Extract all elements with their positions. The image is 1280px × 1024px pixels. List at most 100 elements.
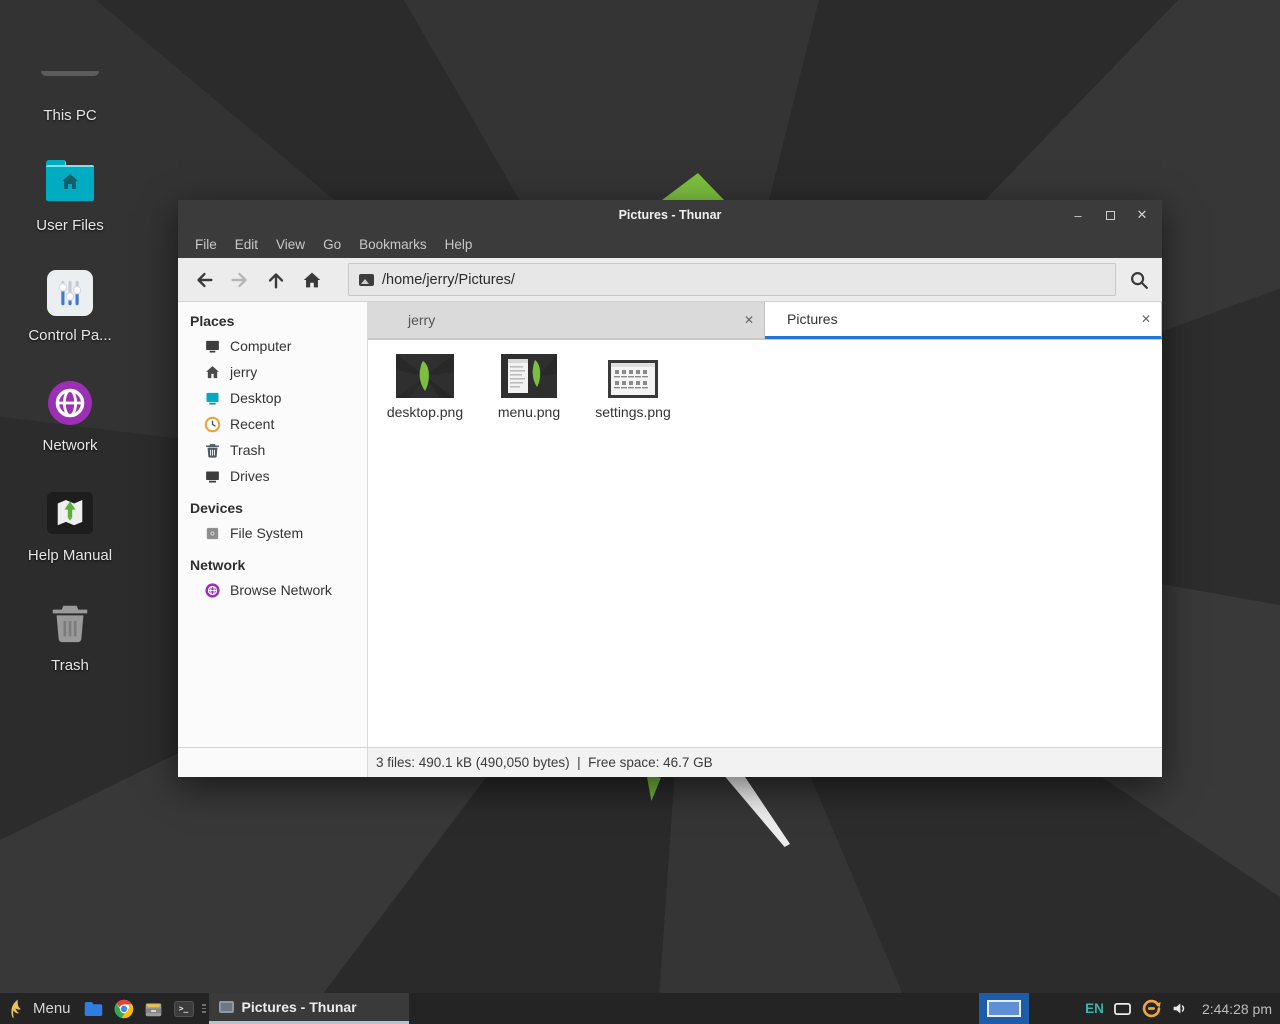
- forward-button[interactable]: [222, 263, 258, 297]
- tab-label: jerry: [368, 312, 734, 328]
- file-manager-folder-icon: [83, 1000, 104, 1018]
- search-button[interactable]: [1120, 263, 1158, 296]
- drives-icon: [204, 468, 221, 485]
- sidebar-item-label: Desktop: [230, 390, 281, 406]
- picture-location-icon: [359, 274, 374, 286]
- sidebar-item-desktop[interactable]: Desktop: [178, 385, 367, 411]
- sidebar-item-label: Drives: [230, 468, 270, 484]
- maximize-button[interactable]: [1094, 200, 1126, 230]
- desktop-icon-trash[interactable]: Trash: [10, 572, 130, 674]
- window-controls: – ✕: [1062, 200, 1158, 230]
- up-button[interactable]: [258, 263, 294, 297]
- sidebar-item-jerry[interactable]: jerry: [178, 359, 367, 385]
- content-area: jerry ✕ Pictures ✕: [368, 302, 1162, 747]
- menubar: File Edit View Go Bookmarks Help: [178, 230, 1162, 258]
- launcher-archive[interactable]: [139, 993, 169, 1024]
- workspace-switcher[interactable]: [979, 993, 1029, 1024]
- up-arrow-icon: [265, 269, 287, 291]
- menu-file[interactable]: File: [186, 237, 226, 252]
- toolbar: /home/jerry/Pictures/: [178, 258, 1162, 302]
- launcher-terminal[interactable]: >_: [169, 993, 199, 1024]
- status-text: 3 files: 490.1 kB (490,050 bytes) | Free…: [368, 755, 713, 770]
- desktop-icon-label: User Files: [36, 217, 104, 234]
- file-settings-png[interactable]: settings.png: [584, 350, 682, 420]
- sidebar-item-label: jerry: [230, 364, 257, 380]
- desktop-icon-control-panel[interactable]: Control Pa...: [10, 242, 130, 344]
- desktop-icon-user-files[interactable]: User Files: [10, 132, 130, 234]
- file-name: settings.png: [595, 404, 671, 420]
- file-name: menu.png: [498, 404, 560, 420]
- home-icon: [204, 364, 221, 381]
- desktop-icon-label: Help Manual: [28, 547, 112, 564]
- desktop-icon-label: Network: [42, 437, 97, 454]
- sidebar-item-trash[interactable]: Trash: [178, 437, 367, 463]
- minimize-button[interactable]: –: [1062, 200, 1094, 230]
- launcher-file-manager[interactable]: [79, 993, 109, 1024]
- path-bar[interactable]: /home/jerry/Pictures/: [348, 263, 1116, 296]
- this-pc-icon: [41, 45, 99, 101]
- recent-clock-icon: [204, 416, 221, 433]
- taskbar-window-button[interactable]: Pictures - Thunar: [209, 993, 409, 1024]
- file-desktop-png[interactable]: desktop.png: [376, 350, 474, 420]
- updates-refresh-icon[interactable]: [1141, 998, 1162, 1019]
- keyboard-layout-indicator[interactable]: EN: [1085, 1001, 1104, 1016]
- taskbar-right: EN 2:44:28 pm: [979, 993, 1280, 1024]
- forward-arrow-icon: [229, 269, 251, 291]
- sidebar-item-recent[interactable]: Recent: [178, 411, 367, 437]
- home-icon: [301, 269, 323, 291]
- path-text: /home/jerry/Pictures/: [382, 272, 515, 288]
- sidebar-item-file-system[interactable]: File System: [178, 520, 367, 546]
- desktop-png-thumbnail: [396, 350, 454, 398]
- taskbar-window-title: Pictures - Thunar: [242, 999, 357, 1015]
- menu-view[interactable]: View: [267, 237, 314, 252]
- sidebar-header-devices: Devices: [178, 495, 367, 520]
- display-icon[interactable]: [1113, 1001, 1132, 1017]
- window-title: Pictures - Thunar: [619, 208, 722, 222]
- browse-network-globe-icon: [204, 582, 221, 599]
- menu-edit[interactable]: Edit: [226, 237, 267, 252]
- terminal-icon: >_: [174, 1001, 194, 1017]
- back-arrow-icon: [193, 269, 215, 291]
- desktop-icon-network[interactable]: Network: [10, 352, 130, 454]
- tab-jerry[interactable]: jerry ✕: [368, 302, 765, 339]
- tab-pictures[interactable]: Pictures ✕: [765, 302, 1162, 339]
- menu-go[interactable]: Go: [314, 237, 350, 252]
- desktop-teal-icon: [204, 390, 221, 407]
- sidebar-item-drives[interactable]: Drives: [178, 463, 367, 489]
- home-button[interactable]: [294, 263, 330, 297]
- desktop-icon-this-pc[interactable]: This PC: [10, 22, 130, 124]
- window-titlebar[interactable]: Pictures - Thunar – ✕: [178, 200, 1162, 230]
- file-name: desktop.png: [387, 404, 463, 420]
- sidebar-item-browse-network[interactable]: Browse Network: [178, 577, 367, 603]
- thunar-window: Pictures - Thunar – ✕ File Edit View Go …: [178, 200, 1162, 777]
- tab-close-icon[interactable]: ✕: [1131, 312, 1161, 326]
- computer-icon: [204, 338, 221, 355]
- sidebar-item-label: Computer: [230, 338, 291, 354]
- taskbar-clock[interactable]: 2:44:28 pm: [1202, 1001, 1272, 1017]
- file-menu-png[interactable]: menu.png: [480, 350, 578, 420]
- file-list: desktop.png: [368, 340, 1162, 747]
- trash-small-icon: [204, 442, 221, 459]
- menu-png-thumbnail: [501, 350, 557, 398]
- sidebar-item-label: Recent: [230, 416, 274, 432]
- window-body: Places Computer jerry Desktop Recent Tra…: [178, 302, 1162, 747]
- sidebar-header-network: Network: [178, 552, 367, 577]
- launcher-chrome[interactable]: [109, 993, 139, 1024]
- start-menu-button[interactable]: Menu: [0, 993, 79, 1024]
- panel-grip-handle[interactable]: [199, 993, 209, 1024]
- volume-icon[interactable]: [1171, 1000, 1189, 1017]
- back-button[interactable]: [186, 263, 222, 297]
- sidebar-item-computer[interactable]: Computer: [178, 333, 367, 359]
- distro-feather-icon: [8, 998, 25, 1020]
- desktop-icon-help-manual[interactable]: Help Manual: [10, 462, 130, 564]
- maximize-icon: [1106, 211, 1115, 220]
- sidebar-item-label: Browse Network: [230, 582, 332, 598]
- tab-label: Pictures: [765, 311, 1131, 327]
- tab-close-icon[interactable]: ✕: [734, 313, 764, 327]
- chrome-browser-icon: [114, 999, 134, 1019]
- menu-help[interactable]: Help: [436, 237, 482, 252]
- status-bar-sidebar-segment: [178, 748, 368, 777]
- taskbar: Menu >_: [0, 993, 1280, 1024]
- menu-bookmarks[interactable]: Bookmarks: [350, 237, 436, 252]
- close-button[interactable]: ✕: [1126, 200, 1158, 230]
